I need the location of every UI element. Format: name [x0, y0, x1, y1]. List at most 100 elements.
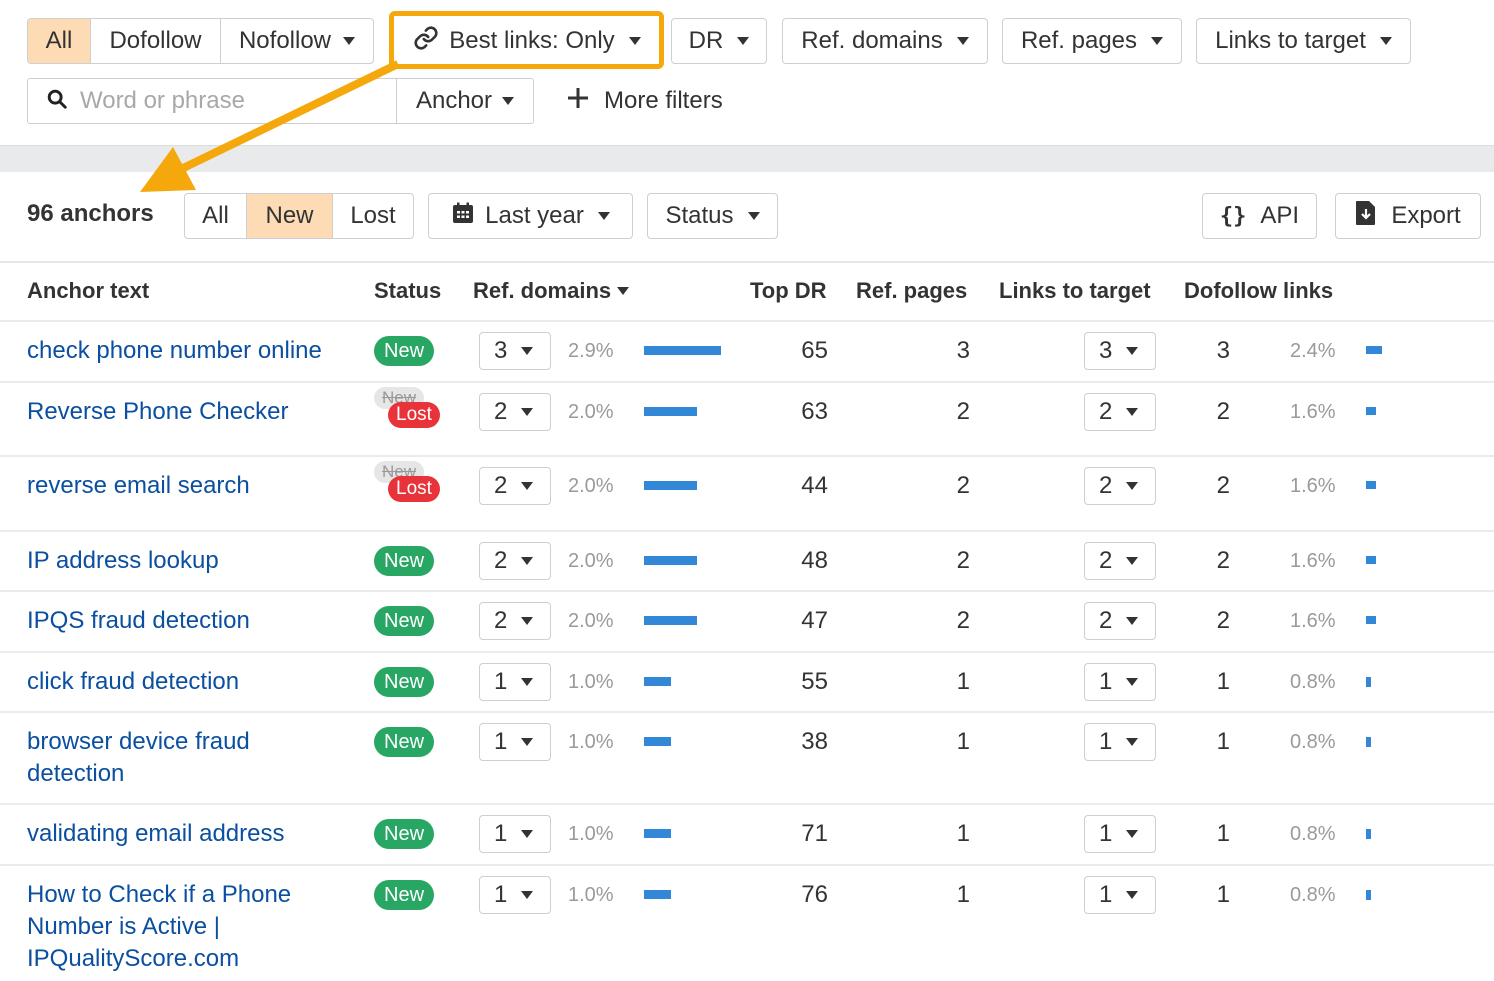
link-type-dofollow[interactable]: Dofollow: [91, 19, 221, 63]
dofollow-percent: 1.6%: [1290, 475, 1336, 497]
chevron-down-icon: [1126, 347, 1139, 355]
links-to-target-value: 2: [1099, 607, 1113, 634]
ref-pages-value: 1: [956, 668, 970, 695]
links-to-target-dropdown[interactable]: 2: [1084, 467, 1156, 505]
ref-domains-percent: 2.9%: [568, 340, 614, 362]
status-dropdown[interactable]: Status: [647, 193, 778, 239]
ref-domains-value: 1: [494, 728, 508, 755]
search-input[interactable]: [80, 87, 380, 115]
anchor-link[interactable]: IP address lookup: [27, 545, 347, 577]
ref-pages-value: 1: [956, 728, 970, 755]
links-to-target-dropdown[interactable]: 3: [1084, 332, 1156, 370]
chevron-down-icon: [1126, 482, 1139, 490]
link-type-all[interactable]: All: [28, 19, 91, 63]
link-type-nofollow-dropdown[interactable]: Nofollow: [221, 19, 373, 63]
export-button[interactable]: Export: [1335, 193, 1481, 239]
links-to-target-value: 1: [1099, 668, 1113, 695]
col-top-dr[interactable]: Top DR: [750, 278, 827, 304]
col-ref-pages[interactable]: Ref. pages: [856, 278, 967, 304]
dofollow-percent: 0.8%: [1290, 671, 1336, 693]
dofollow-links-value: 2: [1216, 398, 1230, 425]
status-badge-new: New: [374, 606, 435, 636]
api-button[interactable]: {} API: [1202, 193, 1317, 239]
col-links-to-target[interactable]: Links to target: [999, 278, 1151, 304]
chevron-down-icon: [521, 408, 534, 416]
chevron-down-icon: [1126, 738, 1139, 746]
plus-icon: [566, 86, 590, 117]
ref-domains-dropdown[interactable]: 2: [479, 602, 551, 640]
search-scope-dropdown[interactable]: Anchor: [397, 79, 533, 123]
anchor-link[interactable]: click fraud detection: [27, 666, 347, 698]
top-dr-value: 48: [801, 547, 828, 574]
row-separator: [0, 803, 1494, 805]
ref-domains-dropdown[interactable]: 1: [479, 876, 551, 914]
chevron-down-icon: [521, 891, 534, 899]
links-to-target-value: 2: [1099, 547, 1113, 574]
links-to-target-dropdown[interactable]: 2: [1084, 602, 1156, 640]
ref-domains-dropdown[interactable]: 2: [479, 542, 551, 580]
chevron-down-icon: [1126, 830, 1139, 838]
anchor-link[interactable]: IPQS fraud detection: [27, 605, 347, 637]
ref-domains-percent: 2.0%: [568, 550, 614, 572]
ref-pages-filter[interactable]: Ref. pages: [1002, 18, 1182, 64]
anchor-link[interactable]: validating email address: [27, 818, 347, 850]
col-status[interactable]: Status: [374, 278, 441, 304]
ref-domains-dropdown[interactable]: 1: [479, 723, 551, 761]
row-separator: [0, 864, 1494, 866]
col-dofollow-links[interactable]: Dofollow links: [1184, 278, 1333, 304]
ref-domains-dropdown[interactable]: 1: [479, 815, 551, 853]
ref-domains-dropdown[interactable]: 1: [479, 663, 551, 701]
anchor-link[interactable]: check phone number online: [27, 335, 347, 367]
anchor-count: 96 anchors: [27, 200, 154, 227]
chevron-down-icon: [1379, 37, 1392, 45]
anchor-link[interactable]: reverse email search: [27, 470, 347, 502]
links-to-target-dropdown[interactable]: 2: [1084, 393, 1156, 431]
links-to-target-filter[interactable]: Links to target: [1196, 18, 1411, 64]
ref-domains-bar: [644, 346, 721, 355]
code-braces-icon: {}: [1219, 203, 1247, 229]
dofollow-links-value: 2: [1216, 472, 1230, 499]
col-anchor-text[interactable]: Anchor text: [27, 278, 149, 304]
table-top-border: [0, 261, 1494, 263]
status-badge-new: New: [374, 546, 435, 576]
dofollow-bar: [1366, 890, 1371, 900]
ref-domains-bar: [644, 890, 671, 899]
status-segment-filter: All New Lost: [184, 193, 414, 239]
ref-domains-filter[interactable]: Ref. domains: [782, 18, 988, 64]
best-links-filter[interactable]: Best links: Only: [396, 18, 658, 64]
row-separator: [0, 590, 1494, 592]
links-to-target-dropdown[interactable]: 1: [1084, 876, 1156, 914]
dofollow-links-value: 1: [1216, 881, 1230, 908]
status-badge-new: New: [374, 336, 435, 366]
row-separator: [0, 455, 1494, 457]
ref-domains-dropdown[interactable]: 2: [479, 393, 551, 431]
ref-domains-value: 3: [494, 337, 508, 364]
status-lost[interactable]: Lost: [333, 194, 413, 238]
dr-filter[interactable]: DR: [671, 18, 767, 64]
links-to-target-dropdown[interactable]: 2: [1084, 542, 1156, 580]
status-badge-lost: Lost: [388, 402, 440, 428]
status-all[interactable]: All: [185, 194, 247, 238]
chevron-down-icon: [1126, 408, 1139, 416]
col-ref-domains[interactable]: Ref. domains: [473, 278, 630, 304]
sort-desc-icon: [617, 287, 630, 295]
anchor-link[interactable]: How to Check if a Phone Number is Active…: [27, 879, 347, 975]
anchor-link[interactable]: browser device fraud detection: [27, 726, 347, 790]
ref-pages-value: 2: [956, 398, 970, 425]
status-new[interactable]: New: [247, 194, 333, 238]
more-filters-button[interactable]: More filters: [566, 84, 723, 118]
ref-domains-percent: 1.0%: [568, 671, 614, 693]
links-to-target-dropdown[interactable]: 1: [1084, 723, 1156, 761]
date-range-dropdown[interactable]: Last year: [428, 193, 633, 239]
ref-domains-bar: [644, 407, 697, 416]
chevron-down-icon: [521, 678, 534, 686]
anchor-link[interactable]: Reverse Phone Checker: [27, 396, 347, 428]
links-to-target-dropdown[interactable]: 1: [1084, 815, 1156, 853]
chevron-down-icon: [521, 738, 534, 746]
ref-domains-dropdown[interactable]: 2: [479, 467, 551, 505]
top-dr-value: 44: [801, 472, 828, 499]
dofollow-links-value: 2: [1216, 607, 1230, 634]
ref-domains-dropdown[interactable]: 3: [479, 332, 551, 370]
chevron-down-icon: [521, 617, 534, 625]
links-to-target-dropdown[interactable]: 1: [1084, 663, 1156, 701]
